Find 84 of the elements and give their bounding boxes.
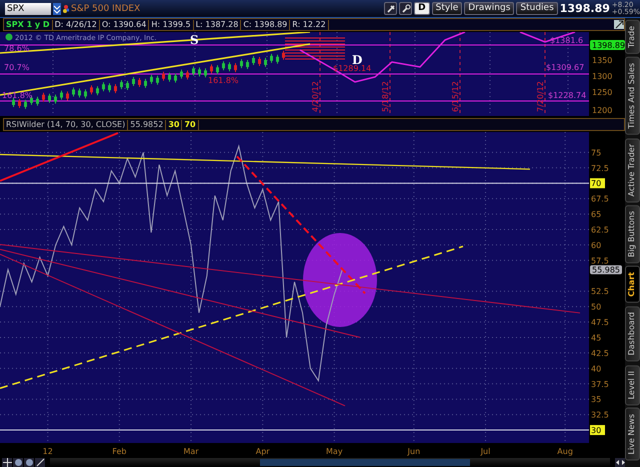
date-label: 7/20/12 (536, 81, 545, 112)
last-price: 1398.89 (560, 2, 610, 15)
level-tag: 70 (590, 178, 605, 188)
axis-label: Apr (256, 447, 270, 456)
side-tab[interactable]: Times And Sales (625, 56, 640, 135)
axis-label: 65 (591, 210, 602, 220)
chart-annotation: 78.6% (4, 44, 30, 53)
side-tab[interactable]: Level II (625, 364, 640, 405)
axis-label: 32.5 (591, 410, 609, 420)
zoom-out-icon[interactable] (24, 458, 34, 467)
y-tick-label: 30 (591, 426, 602, 436)
value-tag: 55.985 (590, 265, 622, 275)
scrollbar[interactable] (50, 458, 610, 467)
crosshair-icon[interactable] (2, 458, 12, 467)
axis-label: 1350 (592, 56, 612, 65)
side-tab[interactable]: Active Trader (625, 138, 640, 202)
chart-annotation: $1309.67 (546, 63, 584, 72)
ohlc-value: H: 1399.5 (149, 20, 194, 30)
side-tab[interactable]: Dashboard (625, 306, 640, 362)
axis-label: 47.5 (591, 318, 609, 328)
axis-label: Mar (183, 447, 199, 456)
axis-label: 60 (591, 240, 602, 250)
axis-label: Jul (480, 447, 490, 456)
level-value: 70 (182, 120, 199, 130)
chart-annotation: 161.8% (2, 91, 33, 100)
y-tick-label: 70 (591, 179, 602, 188)
price-tag: 1398.89 (590, 40, 625, 50)
axis-label: 62.5 (591, 226, 609, 234)
toolbar-button[interactable]: D (414, 2, 430, 15)
ohlc-value: C: 1398.89 (241, 20, 290, 30)
axis-label: 45 (591, 333, 602, 342)
axis-label: 42.5 (591, 348, 609, 358)
axis-label: 72.5 (591, 164, 609, 173)
side-tab[interactable]: Chart (625, 266, 640, 304)
date-label: 4/20/12 (311, 81, 320, 112)
symbol-period: SPX 1 y D (4, 20, 53, 30)
axis-label: Aug (557, 447, 573, 456)
axis-label: Jun (408, 447, 420, 456)
toolbar-button[interactable]: Style (432, 2, 462, 15)
toolbar-button[interactable]: Studies (516, 2, 558, 15)
dropdown-icon[interactable] (53, 2, 61, 14)
symbol-field[interactable]: SPX (5, 2, 51, 14)
ohlc-value: L: 1387.28 (194, 20, 242, 30)
instrument-title: S&P 500 INDEX (71, 4, 140, 14)
axis-label: 75 (591, 148, 602, 158)
side-tab[interactable]: Live News (625, 408, 640, 460)
ohlc-value: D: 4/26/12 (52, 20, 100, 30)
axis-label: 67.5 (591, 194, 609, 204)
side-tab[interactable]: Trade (625, 20, 640, 54)
side-tab[interactable]: Big Buttons (625, 205, 640, 264)
chart-annotation: $1228.74 (548, 91, 586, 100)
level-value: 30 (166, 120, 182, 130)
chart-annotation: 161.8% (208, 76, 239, 85)
study-label: RSIWilder (14, 70, 30, CLOSE) (4, 120, 128, 130)
resize-icon[interactable] (615, 458, 625, 467)
chart-annotation: 70.7% (4, 63, 30, 72)
axis-label: 37.5 (591, 380, 609, 389)
color-dots-icon (63, 4, 69, 12)
axis-label: 57.5 (591, 256, 609, 266)
ohlc-value: O: 1390.64 (100, 20, 150, 30)
axis-label: 52.5 (591, 287, 609, 296)
axis-label: 12 (42, 447, 53, 456)
toolbar-button[interactable]: Drawings (464, 2, 514, 15)
chart-annotation: $1289.14 (333, 64, 372, 73)
scroll-thumb[interactable] (260, 459, 470, 466)
date-label: 6/15/12 (451, 81, 460, 112)
axis-label: 1250 (592, 88, 612, 97)
chart-annotation: $1381.6 (550, 36, 584, 45)
zoom-in-icon[interactable] (13, 458, 23, 467)
axis-label: 1200 (592, 106, 612, 115)
expand-icon[interactable] (614, 20, 624, 29)
axis-label: 50 (591, 302, 602, 312)
axis-label: May (326, 447, 343, 456)
level-tag: 30 (590, 425, 605, 436)
info-icon[interactable] (6, 34, 12, 40)
axis-label: 1300 (592, 72, 612, 81)
study-value: 55.9852 (128, 120, 166, 130)
ohlc-value: R: 12.22 (290, 20, 329, 30)
axis-label: Feb (112, 447, 126, 456)
tools-icon[interactable] (384, 2, 398, 15)
axis-label: 40 (591, 364, 602, 374)
axis-label: 35 (591, 395, 602, 404)
line-tool-icon[interactable] (35, 458, 45, 467)
date-label: 5/18/12 (381, 81, 390, 112)
